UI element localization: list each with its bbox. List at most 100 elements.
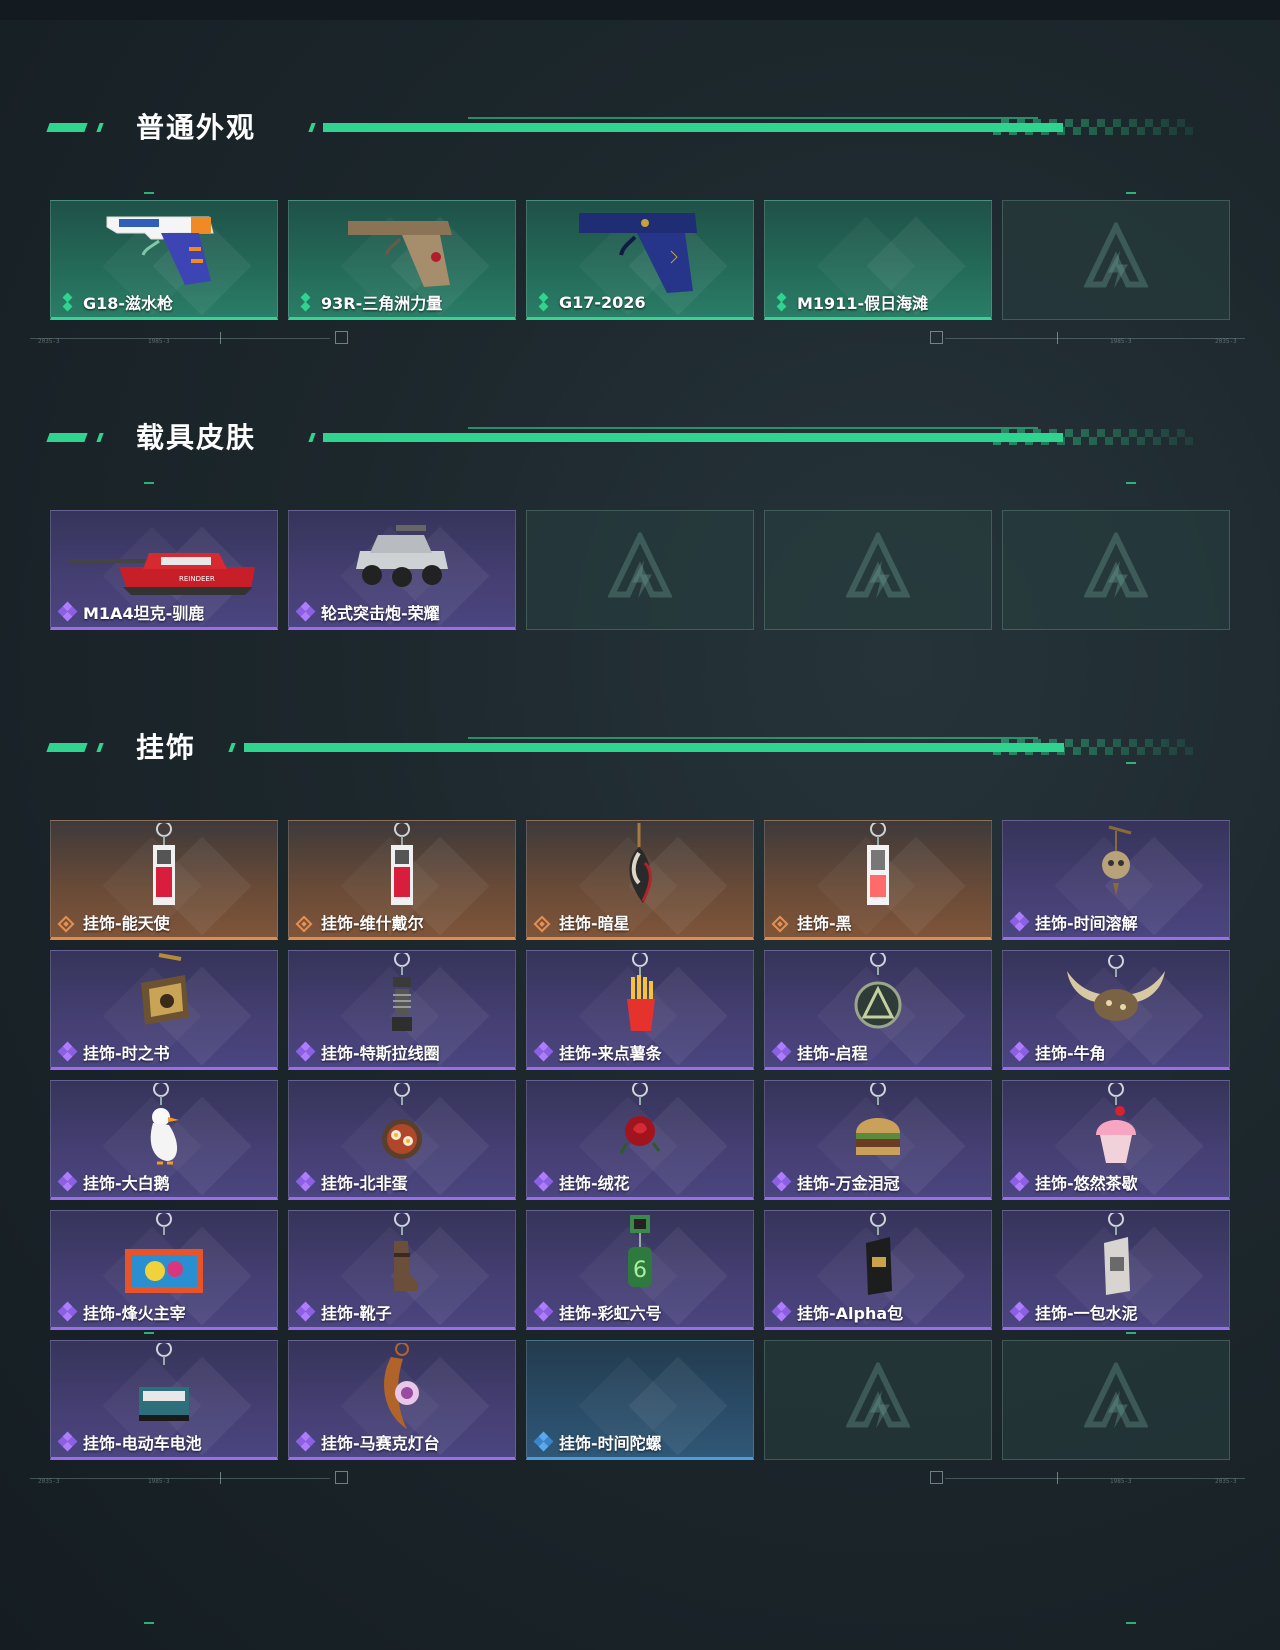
header-checker (993, 739, 1193, 755)
charm-bag-dark-icon (858, 1211, 898, 1308)
item-card[interactable]: 挂饰-启程 (764, 950, 992, 1070)
frame-line (945, 1478, 1245, 1479)
purple-rarity-icon (771, 1301, 792, 1322)
placeholder-logo-icon (1083, 219, 1149, 298)
pistol-orange-icon (99, 207, 229, 292)
card-label-row: G17-2026 (535, 291, 646, 313)
card-label-row: G18-滋水枪 (59, 291, 173, 313)
purple-rarity-icon (57, 1431, 78, 1452)
item-card[interactable]: 挂饰-特斯拉线圈 (288, 950, 516, 1070)
card-label: M1911-假日海滩 (797, 294, 929, 313)
frame-box (930, 331, 943, 344)
item-card[interactable]: 挂饰-黑 (764, 820, 992, 940)
card-label: 挂饰-牛角 (1035, 1044, 1106, 1063)
green-rarity-icon (59, 292, 77, 312)
card-label: 挂饰-黑 (797, 914, 852, 933)
item-card[interactable]: M1911-假日海滩 (764, 200, 992, 320)
pistol-tan-icon (342, 209, 462, 294)
card-label: 挂饰-北非蛋 (321, 1174, 408, 1193)
card-label-row: 挂饰-启程 (771, 1041, 868, 1063)
frame-tick (220, 332, 221, 344)
card-label-row: 挂饰-来点薯条 (533, 1041, 662, 1063)
purple-rarity-icon (771, 1041, 792, 1062)
purple-rarity-icon (295, 601, 316, 622)
charm-medal-icon (848, 951, 908, 1048)
card-label: 挂饰-能天使 (83, 914, 170, 933)
section-title: 载具皮肤 (136, 421, 257, 454)
frame-code: 1985-3 (148, 1478, 170, 1485)
frame-line (30, 338, 330, 339)
purple-rarity-icon (57, 1301, 78, 1322)
charm-pan-icon (377, 1081, 427, 1178)
item-card[interactable]: 轮式突击炮-荣耀 (288, 510, 516, 630)
charm-bag-light-icon (1096, 1211, 1136, 1308)
header-bar (46, 743, 88, 752)
item-card[interactable]: 挂饰-来点薯条 (526, 950, 754, 1070)
item-card[interactable]: 93R-三角洲力量 (288, 200, 516, 320)
item-card[interactable]: 挂饰-马赛克灯台 (288, 1340, 516, 1460)
marker-dash (144, 192, 154, 194)
item-card[interactable]: 挂饰-暗星 (526, 820, 754, 940)
item-card[interactable]: 挂饰-维什戴尔 (288, 820, 516, 940)
item-card[interactable]: 挂饰-悠然茶歇 (1002, 1080, 1230, 1200)
frame-tick (1057, 1472, 1058, 1484)
item-card[interactable]: 挂饰-万金泪冠 (764, 1080, 992, 1200)
frame-code: 2035-3 (1215, 338, 1237, 345)
charm-card-white-icon (858, 821, 898, 918)
frame-line (30, 1478, 330, 1479)
item-card[interactable]: 挂饰-大白鹅 (50, 1080, 278, 1200)
charm-fries-icon (615, 951, 665, 1048)
frame-code: 1985-3 (148, 338, 170, 345)
card-label-row: 挂饰-大白鹅 (57, 1171, 170, 1193)
header-line (244, 743, 1064, 752)
item-card[interactable]: 挂饰-能天使 (50, 820, 278, 940)
item-card[interactable]: 挂饰-烽火主宰 (50, 1210, 278, 1330)
purple-rarity-icon (57, 601, 78, 622)
header-bar (46, 433, 88, 442)
item-card[interactable]: 挂饰-Alpha包 (764, 1210, 992, 1330)
item-card[interactable]: 挂饰-靴子 (288, 1210, 516, 1330)
item-card[interactable]: 挂饰-北非蛋 (288, 1080, 516, 1200)
item-card[interactable]: 挂饰-时之书 (50, 950, 278, 1070)
item-card[interactable]: 挂饰-电动车电池 (50, 1340, 278, 1460)
purple-rarity-icon (533, 1041, 554, 1062)
card-label-row: 挂饰-彩虹六号 (533, 1301, 662, 1323)
card-label: 挂饰-时间陀螺 (559, 1434, 662, 1453)
empty-card-slot (1002, 510, 1230, 630)
frame-line (945, 338, 1245, 339)
item-card[interactable]: G18-滋水枪 (50, 200, 278, 320)
item-card[interactable]: 挂饰-绒花 (526, 1080, 754, 1200)
card-label-row: 挂饰-电动车电池 (57, 1431, 202, 1453)
card-label: 挂饰-悠然茶歇 (1035, 1174, 1138, 1193)
charm-banner-icon (119, 1211, 209, 1308)
marker-dash (1126, 1622, 1136, 1624)
card-label: 挂饰-特斯拉线圈 (321, 1044, 440, 1063)
item-card[interactable]: G17-2026 (526, 200, 754, 320)
blue-rarity-icon (533, 1431, 554, 1452)
card-label-row: 挂饰-时间陀螺 (533, 1431, 662, 1453)
card-label-row: 挂饰-牛角 (1009, 1041, 1106, 1063)
item-card[interactable]: 6 挂饰-彩虹六号 (526, 1210, 754, 1330)
card-label: 挂饰-烽火主宰 (83, 1304, 186, 1323)
item-card[interactable]: 挂饰-时间溶解 (1002, 820, 1230, 940)
card-label-row: 挂饰-黑 (771, 911, 852, 933)
item-card[interactable]: 挂饰-牛角 (1002, 950, 1230, 1070)
card-label-row: M1A4坦克-驯鹿 (57, 601, 204, 623)
card-label: 挂饰-暗星 (559, 914, 630, 933)
card-label-row: 挂饰-暗星 (533, 911, 630, 933)
item-card[interactable]: REINDEER M1A4坦克-驯鹿 (50, 510, 278, 630)
card-label: 挂饰-马赛克灯台 (321, 1434, 440, 1453)
item-card[interactable]: 挂饰-一包水泥 (1002, 1210, 1230, 1330)
card-label-row: 轮式突击炮-荣耀 (295, 601, 440, 623)
green-rarity-icon (773, 292, 791, 312)
purple-rarity-icon (295, 1301, 316, 1322)
card-label: G17-2026 (559, 292, 646, 312)
card-label: 挂饰-来点薯条 (559, 1044, 662, 1063)
frame-box (930, 1471, 943, 1484)
marker-dash (1126, 192, 1136, 194)
charm-card-red-icon (382, 821, 422, 918)
item-card[interactable]: 挂饰-时间陀螺 (526, 1340, 754, 1460)
card-label: 挂饰-大白鹅 (83, 1174, 170, 1193)
charm-skull-icon (1091, 823, 1141, 908)
frame-code: 1985-3 (1110, 1478, 1132, 1485)
